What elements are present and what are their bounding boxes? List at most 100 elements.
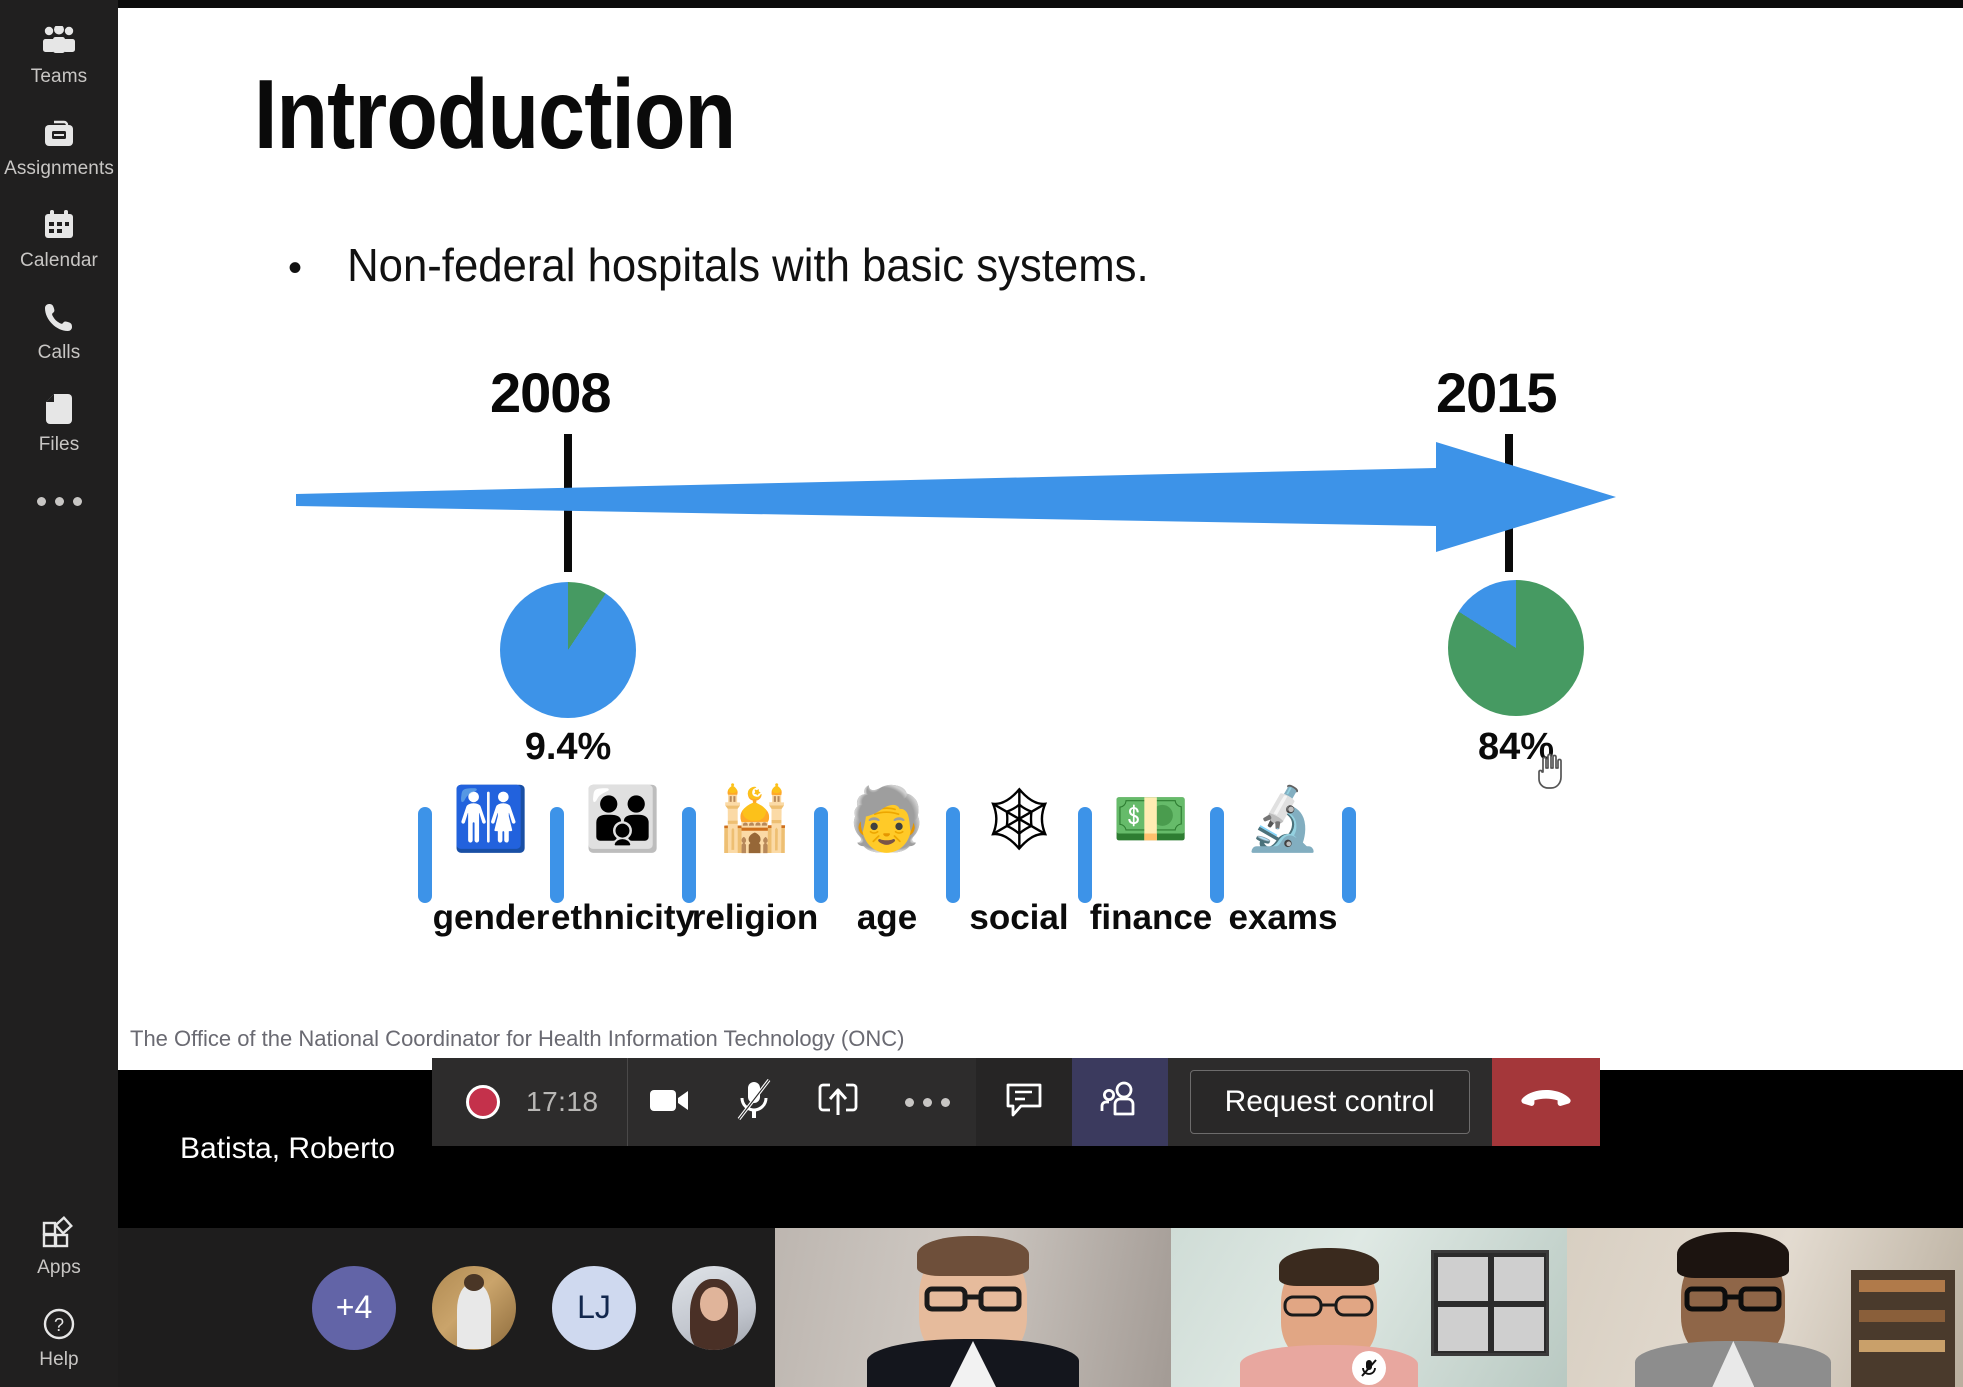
- divider-bar: [682, 807, 696, 903]
- teams-icon: [37, 20, 81, 62]
- more-actions-button[interactable]: [880, 1058, 976, 1146]
- sidebar-item-calendar[interactable]: Calendar: [0, 192, 118, 284]
- places-of-worship-emoji-icon: 🕌: [716, 785, 794, 854]
- category-row: 🚻 gender 👪 ethnicity 🕌 religion 🧓 age 🕸 …: [418, 772, 1356, 938]
- participant-hair: [1279, 1248, 1380, 1286]
- category-label: social: [969, 898, 1069, 937]
- recording-timer: 17:18: [526, 1086, 599, 1117]
- participant-glasses: [1280, 1294, 1378, 1318]
- request-control-button[interactable]: Request control: [1189, 1070, 1470, 1134]
- participant-glasses: [919, 1286, 1027, 1312]
- record-dot-icon: [466, 1085, 500, 1119]
- assignments-icon: [37, 112, 81, 154]
- teams-meeting-window: Teams Assignments Calendar Calls Files A…: [0, 0, 1963, 1387]
- money-emoji-icon: 💵: [1112, 785, 1190, 854]
- more-ellipsis-icon: [905, 1097, 951, 1107]
- microphone-button[interactable]: [712, 1058, 796, 1146]
- sidebar-item-help[interactable]: ? Help: [0, 1291, 118, 1383]
- sidebar-item-more[interactable]: [0, 468, 118, 534]
- category-label: gender: [432, 898, 550, 937]
- timeline-arrow-icon: [296, 442, 1616, 552]
- divider-bar: [946, 807, 960, 903]
- participant-glasses: [1681, 1286, 1785, 1312]
- restroom-gender-emoji-icon: 🚻: [452, 785, 530, 854]
- share-screen-icon: [817, 1080, 859, 1125]
- slide-footer-note: The Office of the National Coordinator f…: [130, 1026, 905, 1051]
- sidebar-item-label: Calls: [37, 342, 81, 363]
- sidebar-item-apps[interactable]: Apps: [0, 1199, 118, 1291]
- category-social: 🕸 social: [960, 772, 1078, 938]
- shared-screen-slide[interactable]: Introduction • Non-federal hospitals with…: [118, 0, 1963, 1070]
- wall-photo-frames: [1431, 1250, 1549, 1356]
- category-ethnicity: 👪 ethnicity: [551, 772, 695, 938]
- chat-control-group: [975, 1058, 1072, 1146]
- microphone-muted-icon: [735, 1078, 773, 1126]
- files-icon: [37, 388, 81, 430]
- avatar-overflow-badge[interactable]: +4: [312, 1265, 396, 1350]
- rail-top-group: Teams Assignments Calendar Calls Files: [0, 0, 118, 534]
- app-rail: Teams Assignments Calendar Calls Files A…: [0, 0, 118, 1387]
- help-icon: ?: [37, 1303, 81, 1345]
- avatar-photo-2[interactable]: [672, 1265, 756, 1350]
- more-ellipsis-icon: [36, 480, 82, 522]
- microscope-lab-emoji-icon: 🔬: [1244, 785, 1322, 854]
- category-religion: 🕌 religion: [692, 772, 818, 938]
- sidebar-item-label: Help: [39, 1349, 79, 1370]
- sidebar-item-label: Teams: [30, 66, 88, 87]
- presenter-name: Batista, Roberto: [180, 1132, 396, 1165]
- sidebar-item-assignments[interactable]: Assignments: [0, 100, 118, 192]
- category-label: ethnicity: [551, 898, 695, 937]
- category-label: exams: [1228, 898, 1338, 937]
- divider-bar: [550, 807, 564, 903]
- people-icon: [1099, 1080, 1141, 1125]
- category-gender: 🚻 gender: [432, 772, 550, 938]
- meeting-control-bar: 17:18 Request control: [432, 1058, 1600, 1146]
- sidebar-item-files[interactable]: Files: [0, 376, 118, 468]
- timeline-year-end: 2015: [1436, 361, 1558, 424]
- video-tile-participant-3[interactable]: [1567, 1228, 1963, 1387]
- chat-bubble-icon: [1004, 1080, 1044, 1125]
- avatar-list: +4 LJ: [312, 1265, 756, 1350]
- share-screen-button[interactable]: [796, 1058, 880, 1146]
- sidebar-item-label: Assignments: [4, 158, 114, 179]
- rail-bottom-group: Apps ? Help: [0, 1199, 118, 1387]
- older-person-emoji-icon: 🧓: [848, 785, 926, 854]
- video-tile-list: [775, 1228, 1963, 1387]
- divider-bar: [418, 807, 432, 903]
- recording-indicator: 17:18: [432, 1058, 627, 1146]
- category-label: finance: [1089, 898, 1213, 937]
- calendar-icon: [37, 204, 81, 246]
- calls-icon: [37, 296, 81, 338]
- sidebar-item-label: Apps: [37, 1257, 81, 1278]
- camera-button[interactable]: [628, 1058, 712, 1146]
- category-age: 🧓 age: [828, 772, 946, 938]
- category-finance: 💵 finance: [1089, 772, 1213, 938]
- avatar-overflow-label: +4: [335, 1289, 373, 1325]
- timeline-year-start: 2008: [490, 361, 612, 424]
- chat-button[interactable]: [976, 1058, 1072, 1146]
- participants-filmstrip: +4 LJ: [118, 1228, 1963, 1387]
- sidebar-item-teams[interactable]: Teams: [0, 8, 118, 100]
- avatar-photo-1[interactable]: [432, 1265, 516, 1350]
- video-tile-participant-2[interactable]: [1171, 1228, 1567, 1387]
- category-label: age: [856, 898, 918, 937]
- video-tile-participant-1[interactable]: [775, 1228, 1171, 1387]
- divider-bar: [1078, 807, 1092, 903]
- apps-icon: [37, 1211, 81, 1253]
- category-exams: 🔬 exams: [1224, 772, 1342, 938]
- participant-hair: [1677, 1232, 1790, 1278]
- sidebar-item-calls[interactable]: Calls: [0, 284, 118, 376]
- category-label: religion: [691, 898, 819, 937]
- divider-bar: [814, 807, 828, 903]
- sidebar-item-label: Calendar: [20, 250, 98, 271]
- participant-hair: [917, 1236, 1029, 1276]
- participants-button[interactable]: [1072, 1058, 1168, 1146]
- request-control-wrapper: Request control: [1167, 1058, 1492, 1146]
- pie-label-2008: 9.4%: [524, 726, 612, 768]
- pie-chart-2008: [500, 582, 636, 718]
- avatar-initials-lj[interactable]: LJ: [552, 1265, 636, 1350]
- sidebar-item-label: Files: [38, 434, 80, 455]
- participant-body: [1240, 1345, 1419, 1387]
- avatar-initials-label: LJ: [577, 1289, 611, 1325]
- hangup-button[interactable]: [1491, 1058, 1600, 1146]
